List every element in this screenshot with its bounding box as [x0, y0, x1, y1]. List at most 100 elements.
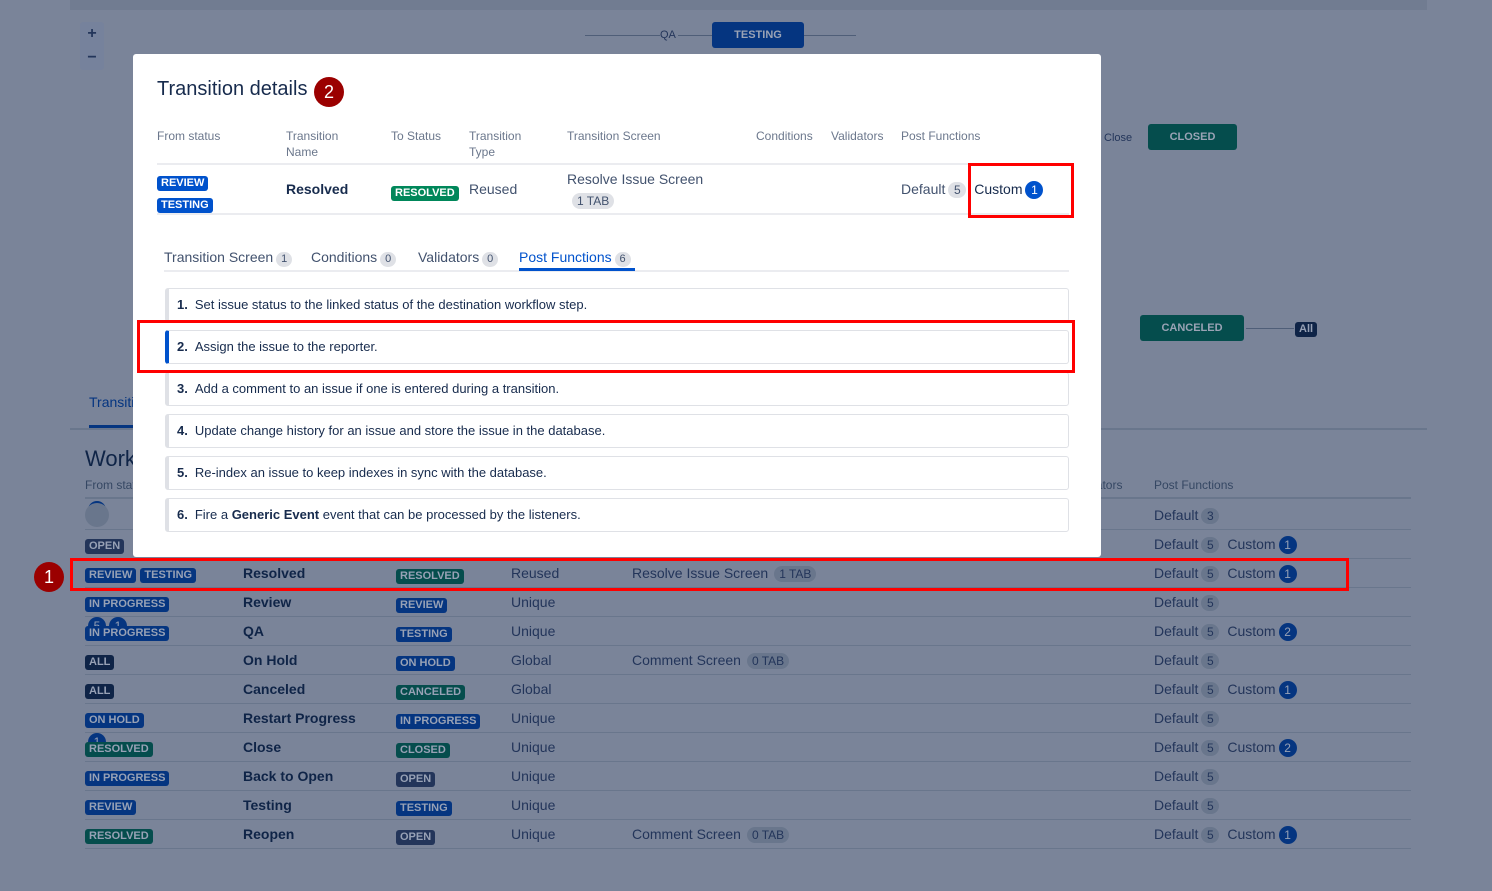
transition-screen-cell: Comment Screen 0 TAB [632, 652, 790, 669]
transition-name[interactable]: QA [243, 623, 264, 639]
diagram-node-canceled[interactable]: CANCELED [1140, 315, 1244, 341]
table-row[interactable]: REVIEW Testing TESTING Unique Default 5 [85, 791, 1411, 820]
transition-name[interactable]: Reopen [243, 826, 294, 842]
diagram-all-badge[interactable]: All [1295, 322, 1318, 337]
transition-name[interactable]: Testing [243, 797, 292, 813]
post-function-item[interactable]: 1. Set issue status to the linked status … [165, 288, 1069, 322]
transition-screen-cell: Comment Screen 0 TAB [632, 826, 790, 843]
status-lozenge: IN PROGRESS [85, 771, 170, 786]
from-status-line: TESTING [157, 195, 217, 213]
zoom-out-button[interactable]: − [80, 46, 104, 70]
transition-screen[interactable]: Resolve Issue Screen [567, 171, 703, 187]
zoom-in-button[interactable]: + [80, 22, 104, 46]
custom-label[interactable]: Custom [1227, 681, 1275, 697]
transition-name: Resolved [286, 181, 349, 197]
from-status-line: REVIEW [157, 173, 217, 191]
table-row[interactable]: IN PROGRESSQATESTINGUnique51Default5Cust… [85, 617, 1411, 646]
to-status-lozenge: RESOLVED [391, 186, 459, 201]
header-line: Type [469, 145, 496, 159]
default-count: 5 [1201, 682, 1220, 698]
post-functions-cell: Default 5 [1154, 797, 1220, 814]
status-lozenge: OPEN [85, 539, 125, 554]
post-function-text: Add a comment to an issue if one is ente… [194, 381, 560, 396]
transition-name[interactable]: Restart Progress [243, 710, 356, 726]
post-function-item[interactable]: 3. Add a comment to an issue if one is en… [165, 372, 1069, 406]
table-row[interactable]: ALL On Hold ON HOLD Global Comment Screen 0 T… [85, 646, 1411, 675]
table-row[interactable]: IN PROGRESS Review REVIEW Unique Default 5 [85, 588, 1411, 617]
post-function-text: Re-index an issue to keep indexes in syn… [194, 465, 547, 480]
table-row[interactable]: ON HOLD Restart Progress IN PROGRESS Unique… [85, 704, 1411, 733]
col-header-validators: Validators [831, 129, 884, 143]
tab-conditions[interactable]: Conditions 0 [311, 249, 397, 267]
screen-name[interactable]: Comment Screen [632, 826, 741, 842]
transition-type: Unique [511, 826, 556, 842]
post-functions-cell: Default 5 Custom 1 [1154, 826, 1297, 844]
transition-name[interactable]: On Hold [243, 652, 297, 668]
default-label: Default [1154, 536, 1199, 552]
status-lozenge: TESTING [396, 627, 452, 642]
tab-transition-screen[interactable]: Transition Screen 1 [164, 249, 293, 267]
post-function-text: event that can be processed by the liste… [319, 507, 581, 522]
from-status-cell: IN PROGRESS [85, 768, 173, 786]
custom-count: 2 [1278, 623, 1297, 641]
post-function-text: Set issue status to the linked status of… [194, 297, 588, 312]
col-header-from: From status [157, 129, 221, 143]
transition-details-modal: Transition details From status Transitio… [133, 54, 1101, 557]
tab-count: 0 [482, 252, 499, 267]
post-functions-cell: Default 5 Custom 1 [1154, 681, 1297, 699]
default-count: 5 [1201, 769, 1220, 785]
col-header-conditions: Conditions [756, 129, 813, 143]
transition-name[interactable]: Close [243, 739, 281, 755]
diagram-transition-qa[interactable]: QA [660, 29, 676, 41]
tab-post-functions[interactable]: Post Functions 6 [519, 249, 631, 267]
default-label: Default [1154, 739, 1199, 755]
default-count: 5 [1201, 740, 1220, 756]
custom-label[interactable]: Custom [1227, 623, 1275, 639]
status-lozenge: RESOLVED [85, 742, 153, 757]
col-header-type: Transition Type [469, 128, 521, 160]
post-function-text: Fire a [194, 507, 232, 522]
transition-name[interactable]: Canceled [243, 681, 305, 697]
diagram-node-testing[interactable]: TESTING [712, 22, 804, 48]
post-function-item[interactable]: 6. Fire a Generic Event event that can be… [165, 498, 1069, 532]
col-header-to: To Status [391, 129, 442, 143]
default-label: Default [1154, 797, 1199, 813]
table-row[interactable]: IN PROGRESS Back to Open OPEN Unique Default… [85, 762, 1411, 791]
post-function-item[interactable]: 5. Re-index an issue to keep indexes in s… [165, 456, 1069, 490]
diagram-transition-close[interactable]: Close [1104, 132, 1132, 144]
transition-name[interactable]: Back to Open [243, 768, 333, 784]
transition-type: Unique [511, 739, 556, 755]
table-row[interactable]: RESOLVEDCloseCLOSEDUnique1Default5Custom… [85, 733, 1411, 762]
to-status-cell: OPEN [396, 769, 439, 787]
table-row[interactable]: RESOLVED Reopen OPEN Unique Comment Screen 0 … [85, 820, 1411, 849]
post-function-item[interactable]: 4. Update change history for an issue and… [165, 414, 1069, 448]
status-lozenge: CLOSED [396, 743, 450, 758]
default-label: Default [1154, 594, 1199, 610]
default-count: 5 [1201, 827, 1220, 843]
transition-row: REVIEW TESTING Resolved RESOLVED Reused … [157, 163, 1069, 215]
table-header: Post Functions [1154, 478, 1234, 492]
highlight-post-function-2 [137, 320, 1075, 373]
status-lozenge: REVIEW [396, 598, 448, 613]
custom-label[interactable]: Custom [1227, 739, 1275, 755]
custom-label[interactable]: Custom [1227, 826, 1275, 842]
to-status-cell: CANCELED [396, 682, 469, 700]
table-row[interactable]: ALL Canceled CANCELED Global Default 5 Custom 1 [85, 675, 1411, 704]
status-lozenge-review: REVIEW [157, 176, 209, 191]
status-lozenge: OPEN [396, 772, 436, 787]
custom-label[interactable]: Custom [1227, 536, 1275, 552]
header-line: Transition [286, 129, 339, 143]
diagram-node-closed[interactable]: CLOSED [1148, 124, 1237, 150]
screen-name[interactable]: Comment Screen [632, 652, 741, 668]
transition-type: Reused [469, 181, 518, 197]
from-statuses: REVIEW TESTING [157, 173, 217, 213]
post-function-text: Update change history for an issue and s… [194, 423, 606, 438]
header-line: Transition [469, 129, 522, 143]
post-function-number: 4. [177, 423, 188, 438]
from-status-cell: ON HOLD [85, 710, 148, 728]
default-label: Default [901, 181, 946, 197]
transition-name[interactable]: Review [243, 594, 291, 610]
col-header-name: Transition Name [286, 128, 338, 160]
tab-validators[interactable]: Validators 0 [418, 249, 499, 267]
col-header-screen: Transition Screen [567, 129, 661, 143]
